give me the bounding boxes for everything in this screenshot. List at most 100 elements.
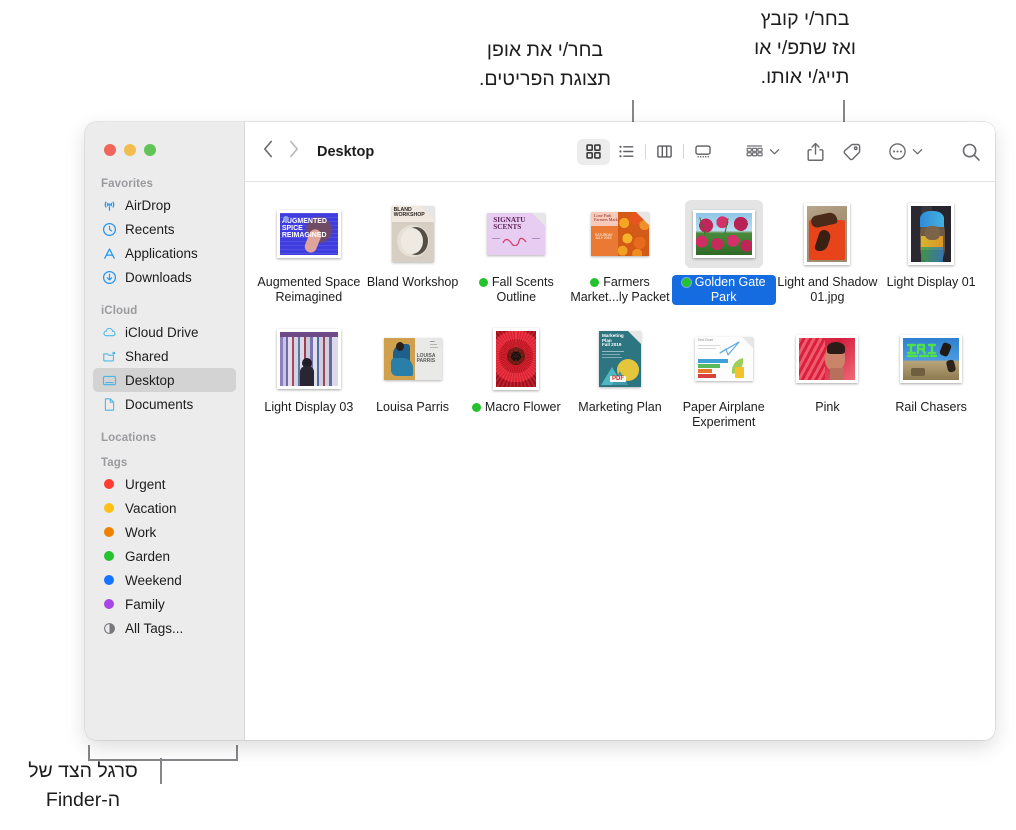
document-icon [101, 396, 117, 412]
file-item[interactable]: Light and Shadow 01.jpg [776, 196, 880, 305]
tag-dot-icon [590, 278, 600, 287]
tag-dot-icon [101, 524, 117, 540]
file-item[interactable]: Macro Flower [464, 321, 568, 430]
file-thumbnail: AUGMENTED SPICE REIMAGINED [276, 200, 341, 268]
sidebar-item-label: Recents [125, 221, 175, 237]
file-thumbnail: Marketing Plan Fall 2019 PDF [598, 325, 641, 393]
sidebar-item-all-tags[interactable]: All Tags... [93, 616, 236, 640]
file-item[interactable]: Test Chart Paper Airplane Experiment [672, 321, 776, 430]
search-icon[interactable] [961, 138, 981, 166]
close-button[interactable] [104, 144, 116, 156]
file-name: Light Display 01 [886, 275, 976, 289]
file-item[interactable]: Pink [776, 321, 880, 430]
tag-dot-icon [101, 476, 117, 492]
more-actions-chevron-down-icon[interactable] [912, 138, 923, 166]
sidebar-group-icloud-title: iCloud [101, 305, 138, 317]
more-actions-button[interactable] [888, 138, 907, 166]
sidebar-item-label: Applications [125, 245, 198, 261]
sidebar-item-icloud-drive[interactable]: iCloud Drive [93, 320, 236, 344]
file-browser-area[interactable]: AUGMENTED SPICE REIMAGINED Augmented Space… [245, 182, 995, 740]
file-name: Augmented Space Reimagined [257, 275, 361, 304]
sidebar-item-recents[interactable]: Recents [93, 217, 236, 241]
callout-share-tag-text: בחר/י קובץ ואז שתפ/י או תייג/י אותו. [754, 8, 856, 88]
sidebar-group-tags-title: Tags [101, 457, 128, 469]
file-thumbnail [796, 325, 859, 393]
sidebar-item-label: Vacation [125, 500, 177, 516]
tag-dot-icon [101, 500, 117, 516]
sidebar-item-airdrop[interactable]: AirDrop [93, 193, 236, 217]
sidebar-item-applications[interactable]: Applications [93, 241, 236, 265]
sidebar-item-shared[interactable]: Shared [93, 344, 236, 368]
applications-icon [101, 245, 117, 261]
file-item[interactable]: LOUISA PARRIS Louisa Parris [361, 321, 465, 430]
share-button[interactable] [806, 138, 825, 166]
gallery-view-button[interactable] [686, 139, 719, 165]
sidebar-group-favorites-title: Favorites [101, 178, 154, 190]
file-item[interactable]: Light Display 03 [257, 321, 361, 430]
icon-view-button[interactable] [577, 138, 610, 165]
sidebar-item-label: Family [125, 596, 165, 612]
column-view-button[interactable] [648, 139, 681, 165]
tag-dot-icon [471, 403, 481, 412]
file-item[interactable]: Lone Park Farmers Market SATURDAY JULY 201… [568, 196, 672, 305]
finder-sidebar: Favorites AirDrop Recents Applications D… [85, 122, 245, 740]
sidebar-item-tag-weekend[interactable]: Weekend [93, 568, 236, 592]
view-mode-segmented-control [577, 138, 719, 166]
sidebar-item-label: Work [125, 524, 157, 540]
sidebar-item-label: Downloads [125, 269, 192, 285]
sidebar-item-label: Desktop [125, 372, 175, 388]
sidebar-item-tag-work[interactable]: Work [93, 520, 236, 544]
sidebar-item-downloads[interactable]: Downloads [93, 265, 236, 289]
file-name: Paper Airplane Experiment [682, 400, 765, 429]
sidebar-item-tag-vacation[interactable]: Vacation [93, 496, 236, 520]
file-name: Fall Scents Outline [464, 275, 568, 305]
group-by-chevron-down-icon[interactable] [769, 138, 780, 166]
file-thumbnail [908, 200, 955, 268]
callout-view-options-text: בחר/י את אופן תצוגת הפריטים. [478, 39, 612, 90]
sidebar-item-tag-urgent[interactable]: Urgent [93, 472, 236, 496]
file-thumbnail: SIGNATU SCENTS [487, 200, 546, 268]
file-item[interactable]: Light Display 01 [879, 196, 983, 305]
finder-main-pane: Desktop AUGMENTED SPICE REIMAGINED Augme… [245, 122, 995, 740]
airdrop-icon [101, 197, 117, 213]
callout-sidebar-text: סרגל הצד של ה-Finder [28, 760, 138, 811]
file-thumbnail [684, 200, 763, 268]
zoom-button[interactable] [144, 144, 156, 156]
sidebar-item-tag-family[interactable]: Family [93, 592, 236, 616]
sidebar-item-label: All Tags... [125, 620, 184, 636]
file-item[interactable]: SIGNATU SCENTS Fall Scents Outline [464, 196, 568, 305]
file-thumbnail [276, 325, 341, 393]
sidebar-item-label: Urgent [125, 476, 166, 492]
group-by-button[interactable] [745, 138, 764, 166]
file-item[interactable]: Marketing Plan Fall 2019 PDF Marketing P… [568, 321, 672, 430]
minimize-button[interactable] [124, 144, 136, 156]
finder-toolbar: Desktop [245, 122, 995, 182]
segment-divider [683, 144, 684, 159]
cloud-icon [101, 324, 117, 340]
file-item[interactable]: BLAND WORKSHOP Bland Workshop [361, 196, 465, 305]
file-grid: AUGMENTED SPICE REIMAGINED Augmented Space… [257, 196, 983, 430]
file-item[interactable]: AUGMENTED SPICE REIMAGINED Augmented Space… [257, 196, 361, 305]
file-item[interactable]: Rail Chasers [879, 321, 983, 430]
sidebar-item-tag-garden[interactable]: Garden [93, 544, 236, 568]
file-thumbnail: LOUISA PARRIS [383, 325, 442, 393]
file-name: Bland Workshop [366, 275, 459, 289]
tag-dot-icon [101, 596, 117, 612]
sidebar-item-desktop[interactable]: Desktop [93, 368, 236, 392]
file-item-selected[interactable]: Golden Gate Park [671, 196, 776, 305]
shared-folder-icon [101, 348, 117, 364]
sidebar-item-documents[interactable]: Documents [93, 392, 236, 416]
sidebar-item-label: AirDrop [125, 197, 171, 213]
downloads-icon [101, 269, 117, 285]
finder-window: Favorites AirDrop Recents Applications D… [85, 122, 995, 740]
forward-button[interactable] [288, 140, 299, 163]
file-name: Farmers Market...ly Packet [570, 275, 670, 304]
file-thumbnail [804, 200, 851, 268]
list-view-button[interactable] [610, 139, 643, 165]
back-button[interactable] [263, 140, 274, 163]
all-tags-icon [101, 620, 117, 636]
file-thumbnail [900, 325, 963, 393]
tag-button[interactable] [841, 138, 862, 166]
sidebar-item-label: Garden [125, 548, 171, 564]
breadcrumb[interactable]: Desktop [317, 144, 374, 160]
